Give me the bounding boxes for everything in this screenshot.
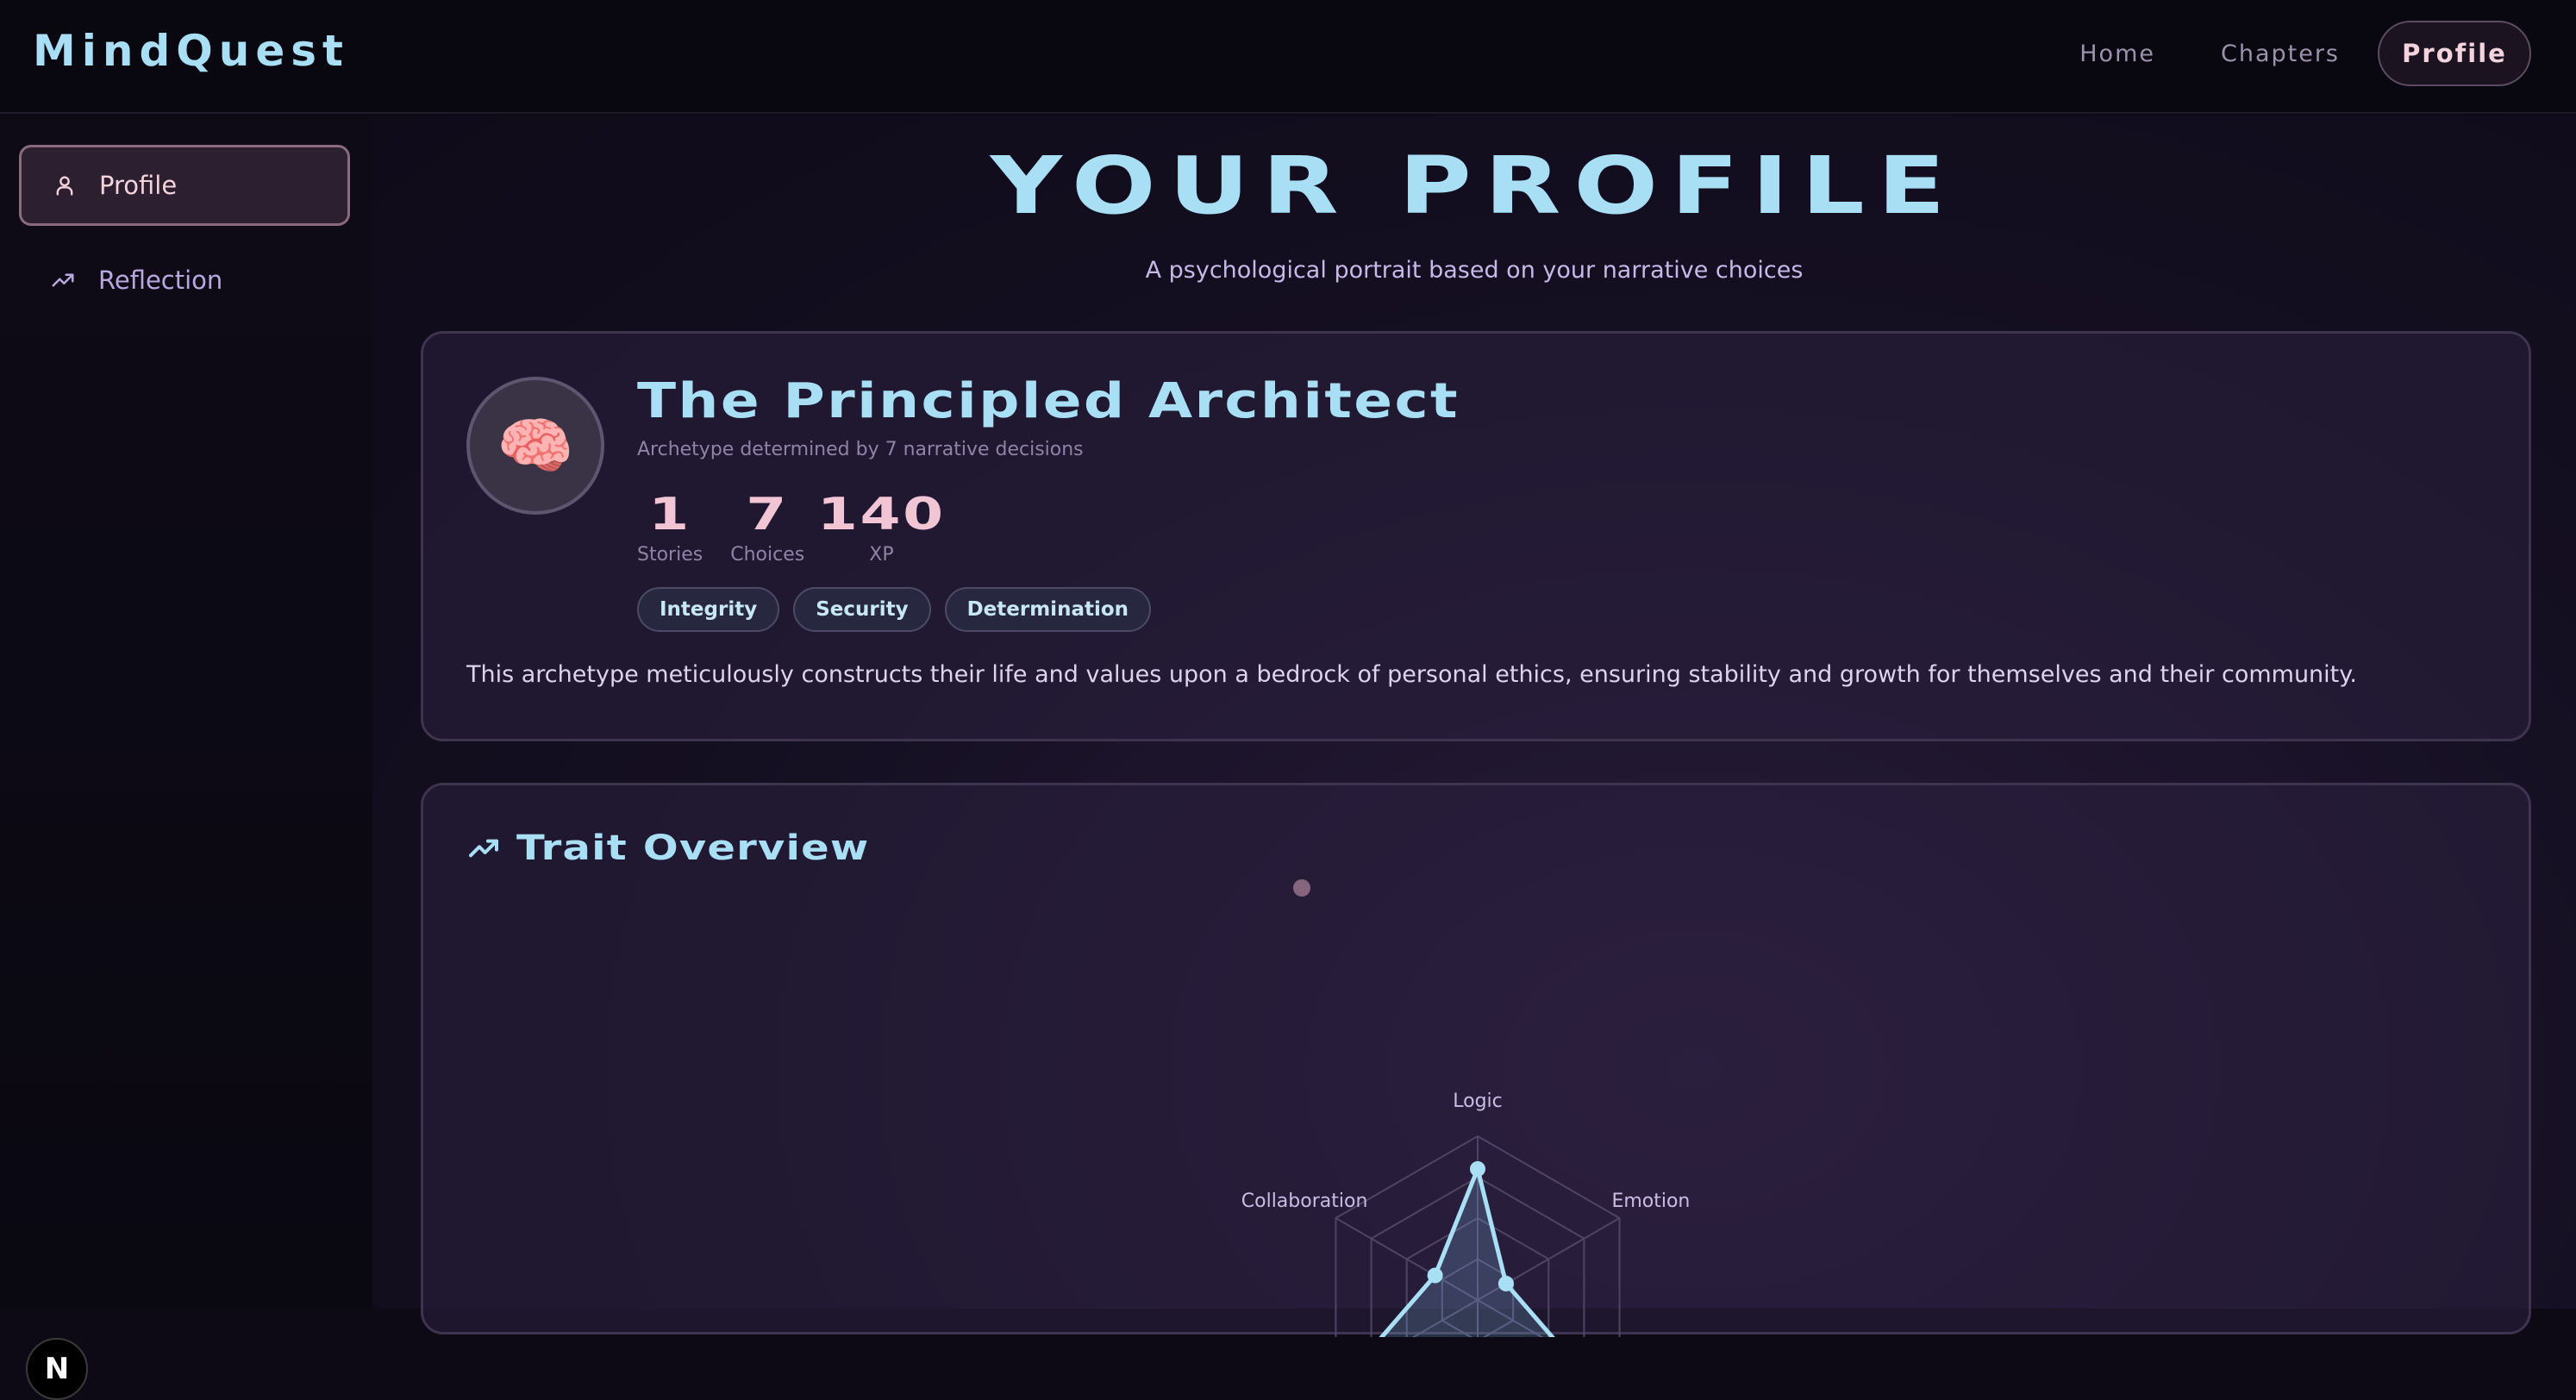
stat-value: 1	[648, 489, 691, 541]
trait-radar-chart: LogicEmotionRiskIndependenceCollaboratio…	[423, 785, 2534, 1337]
radar-axis-label-collaboration: Collaboration	[1241, 1191, 1368, 1212]
stat-stories: 1 Stories	[637, 489, 703, 566]
archetype-card: 🧠 The Principled Architect Archetype det…	[421, 331, 2531, 741]
sidebar-item-reflection[interactable]: Reflection	[19, 240, 350, 321]
radar-series-area	[1350, 1169, 1563, 1337]
sidebar-item-label: Reflection	[98, 266, 222, 295]
tag-determination: Determination	[945, 587, 1151, 632]
radar-axis-label-logic: Logic	[1453, 1091, 1503, 1112]
trait-tags: Integrity Security Determination	[637, 587, 1165, 632]
nav-profile-button[interactable]: Profile	[2378, 21, 2531, 86]
stat-xp: 140 XP	[832, 489, 931, 566]
user-icon	[53, 173, 77, 197]
dev-badge[interactable]: N	[26, 1338, 88, 1400]
radar-point-logic[interactable]	[1470, 1161, 1485, 1177]
stats-row: 1 Stories 7 Choices 140 XP	[637, 489, 959, 566]
archetype-name: The Principled Architect	[637, 373, 1460, 429]
main-content: YOUR PROFILE A psychological portrait ba…	[372, 116, 2576, 1309]
page-title: YOUR PROFILE	[97, 140, 2576, 232]
nav-chapters-link[interactable]: Chapters	[2221, 41, 2340, 67]
trending-up-icon	[50, 267, 76, 293]
tag-security: Security	[793, 587, 930, 632]
tag-integrity: Integrity	[637, 587, 779, 632]
radar-axis-label-emotion: Emotion	[1611, 1191, 1690, 1212]
stat-value: 140	[817, 489, 946, 541]
sidebar: Profile Reflection N	[0, 116, 372, 1309]
page-subtitle: A psychological portrait based on your n…	[372, 257, 2576, 284]
stat-choices: 7 Choices	[730, 489, 804, 566]
top-bar: MindQuest Home Chapters Profile	[0, 0, 2576, 114]
archetype-description: This archetype meticulously constructs t…	[466, 661, 2357, 688]
archetype-determined-by: Archetype determined by 7 narrative deci…	[637, 439, 1084, 460]
stat-label: XP	[869, 544, 893, 566]
stat-value: 7	[746, 489, 789, 541]
radar-point-collaboration[interactable]	[1428, 1268, 1443, 1284]
app-logo[interactable]: MindQuest	[33, 26, 349, 76]
stat-label: Stories	[637, 544, 703, 566]
trait-overview-card: Trait Overview LogicEmotionRiskIndepende…	[421, 783, 2531, 1334]
radar-point-emotion[interactable]	[1498, 1276, 1514, 1291]
brain-avatar-icon: 🧠	[466, 377, 604, 515]
nav-home-link[interactable]: Home	[2079, 41, 2155, 67]
top-nav: Home Chapters Profile	[2079, 21, 2531, 86]
stat-label: Choices	[730, 544, 804, 566]
